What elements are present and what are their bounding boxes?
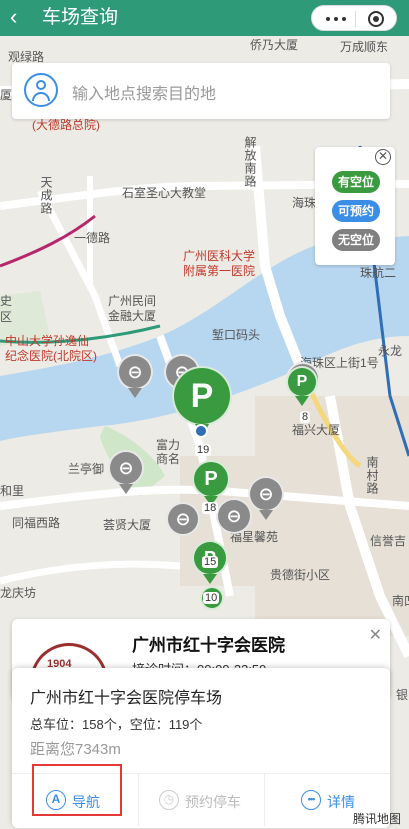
user-avatar-icon[interactable] — [24, 73, 58, 107]
map-label: 海珠 — [292, 196, 317, 210]
details-label: 详情 — [327, 794, 355, 810]
map-label: 信誉吉 — [370, 534, 407, 548]
map-label: 天成路 — [39, 176, 53, 215]
reserve-parking-label: 预约停车 — [185, 794, 241, 810]
map-label: 厦 — [0, 88, 13, 102]
map-label: 万成顺东 — [340, 40, 389, 54]
map-label: 侨乃大厦 — [250, 38, 299, 52]
highlight-box — [32, 764, 122, 816]
map-label: 龙庆坊 — [0, 586, 37, 600]
map-label: 纪念医院(北院区) — [5, 349, 97, 363]
clock-icon: ◷ — [159, 790, 179, 810]
more-dots-icon: ••• — [301, 790, 321, 810]
pin-count-label: 15 — [202, 556, 219, 568]
map-label: 和里 — [0, 484, 25, 498]
legend-full[interactable]: 无空位 — [332, 229, 380, 251]
pin-count-label: 10 — [203, 592, 220, 604]
mini-program-capsule — [311, 5, 397, 31]
top-navigation-bar: ‹ 车场查询 — [0, 0, 409, 36]
map-label: 金融大厦 — [108, 309, 157, 323]
page-title: 车场查询 — [42, 7, 119, 28]
map-label: 史 — [0, 294, 13, 308]
map-label: 福兴大厦 — [292, 423, 341, 437]
map-label: 一德路 — [74, 231, 111, 245]
map-label: 南村路 — [365, 456, 379, 495]
map-label: 珠航二 — [360, 266, 397, 280]
pin-count-label: 8 — [300, 411, 311, 423]
legend-available[interactable]: 有空位 — [332, 171, 380, 193]
map-label: 同福西路 — [12, 516, 61, 530]
map-label: 堑口码头 — [212, 328, 261, 342]
parking-lot-card: 广州市红十字会医院停车场 总车位：158个，空位：119个 距离您7343m A… — [12, 668, 390, 828]
map-label: 贵德街小区 — [270, 568, 331, 582]
map-label: 银 — [396, 688, 409, 702]
capsule-divider — [355, 11, 356, 27]
parking-space-counts: 总车位：158个，空位：119个 — [30, 717, 203, 732]
map-label: 南凹 — [392, 594, 409, 608]
map-attribution: 腾讯地图 — [352, 812, 401, 826]
pin-count-label: 18 — [202, 502, 219, 514]
map-label: 石室圣心大教堂 — [122, 186, 207, 200]
reserve-parking-button[interactable]: ◷ 预约停车 — [138, 774, 265, 826]
map-label: 兰亭御 — [68, 462, 105, 476]
map-label: 解放南路 — [243, 136, 257, 188]
pin-count-label: 19 — [195, 444, 212, 456]
parking-lot-name: 广州市红十字会医院停车场 — [30, 690, 223, 707]
search-bar[interactable]: 输入地点搜索目的地 — [12, 63, 390, 119]
legend-close-icon[interactable]: ✕ — [375, 149, 391, 165]
close-mini-program-icon[interactable] — [368, 11, 384, 27]
back-icon[interactable]: ‹ — [10, 4, 17, 30]
search-input[interactable]: 输入地点搜索目的地 — [72, 80, 216, 104]
map-label: 区 — [0, 310, 13, 324]
availability-legend: ✕ 有空位 可预约 无空位 — [315, 147, 395, 265]
distance-text: 距离您7343m — [30, 741, 121, 758]
close-icon[interactable]: ✕ — [369, 625, 382, 645]
legend-reservable[interactable]: 可预约 — [332, 200, 380, 222]
map-label: 附属第一医院 — [183, 264, 256, 278]
map-label: 永龙 — [378, 344, 403, 358]
current-location-icon — [194, 424, 208, 438]
hospital-name: 广州市红十字会医院 — [132, 636, 285, 655]
map-label: 商名 — [156, 452, 181, 466]
more-options-icon[interactable] — [326, 17, 346, 21]
map-label: 荟贤大厦 — [103, 518, 152, 532]
